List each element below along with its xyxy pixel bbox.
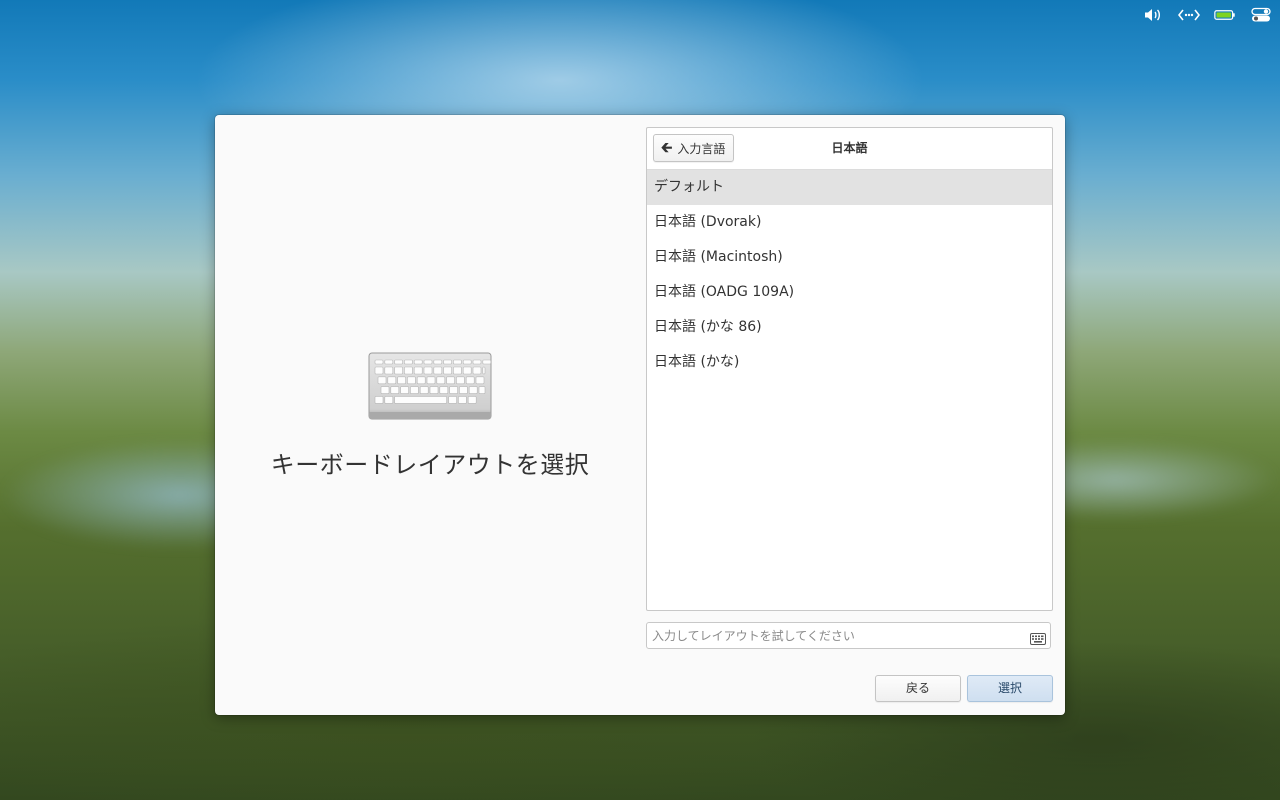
battery-icon[interactable] bbox=[1214, 5, 1236, 25]
layout-test-entry[interactable] bbox=[646, 622, 1051, 649]
layout-list-item[interactable]: デフォルト bbox=[647, 170, 1052, 205]
layout-list: デフォルト 日本語 (Dvorak) 日本語 (Macintosh) 日本語 (OAD… bbox=[647, 170, 1052, 380]
layout-list-item[interactable]: 日本語 (かな) bbox=[647, 345, 1052, 380]
layout-list-item[interactable]: 日本語 (Macintosh) bbox=[647, 240, 1052, 275]
layout-list-header: 🡰 入力言語 日本語 bbox=[647, 128, 1052, 170]
layout-list-item[interactable]: 日本語 (Dvorak) bbox=[647, 205, 1052, 240]
back-button[interactable]: 戻る bbox=[875, 675, 961, 702]
settings-toggle-icon[interactable] bbox=[1250, 5, 1272, 25]
network-icon[interactable] bbox=[1178, 5, 1200, 25]
keyboard-icon[interactable] bbox=[1030, 630, 1046, 649]
layout-list-item[interactable]: 日本語 (かな 86) bbox=[647, 310, 1052, 345]
back-button-label: 入力言語 bbox=[677, 141, 726, 156]
volume-icon[interactable] bbox=[1142, 5, 1164, 25]
page-title: キーボードレイアウトを選択 bbox=[270, 451, 590, 479]
layout-test-input[interactable] bbox=[647, 623, 1032, 648]
select-button[interactable]: 選択 bbox=[967, 675, 1053, 702]
arrow-left-icon: 🡰 bbox=[661, 140, 673, 156]
keyboard-layout-dialog: キーボードレイアウトを選択 🡰 入力言語 日本語 デフォルト 日本語 (Dvora… bbox=[215, 115, 1065, 715]
left-pane: キーボードレイアウトを選択 bbox=[215, 115, 645, 715]
layout-list-panel: 🡰 入力言語 日本語 デフォルト 日本語 (Dvorak) 日本語 (Macinto… bbox=[646, 127, 1053, 611]
input-language-back-button[interactable]: 🡰 入力言語 bbox=[653, 134, 735, 162]
keyboard-illustration-icon bbox=[368, 352, 492, 424]
panel-indicators bbox=[1142, 5, 1272, 25]
layout-list-item[interactable]: 日本語 (OADG 109A) bbox=[647, 275, 1052, 310]
